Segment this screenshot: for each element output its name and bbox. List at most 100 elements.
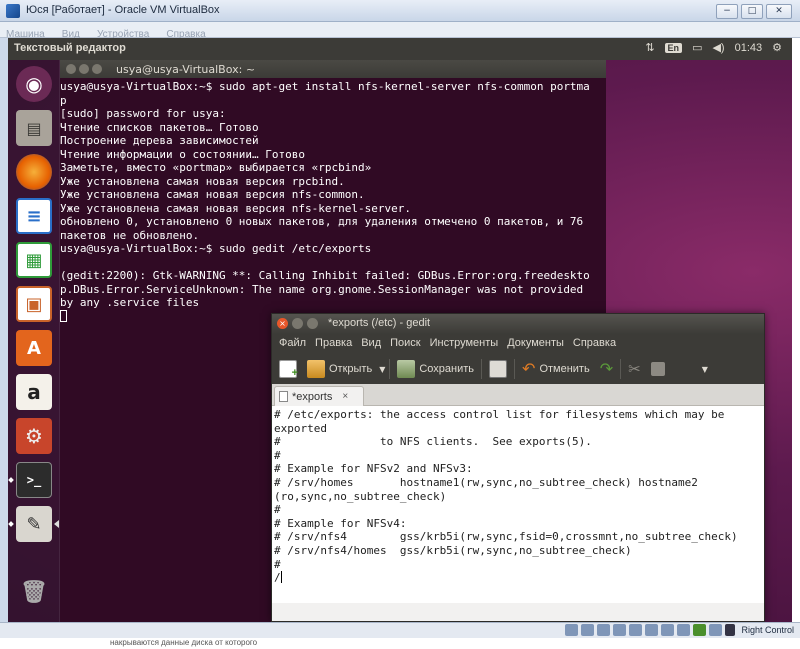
terminal-line: by any .service files [60, 296, 200, 309]
editor-line: # to NFS clients. See exports(5). [274, 435, 592, 449]
mouse-integration-icon[interactable] [709, 624, 723, 636]
toolbar-overflow-icon[interactable]: ▼ [702, 365, 708, 374]
terminal-line: Построение дерева зависимостей [60, 134, 259, 147]
volume-icon[interactable]: ◀) [712, 41, 724, 54]
toolbar-separator [620, 359, 622, 379]
minimize-button[interactable]: − [716, 4, 738, 19]
terminal-line: ​ [60, 256, 606, 270]
launcher-writer[interactable]: ≡ [13, 196, 55, 236]
optical-drive-icon[interactable] [581, 624, 595, 636]
audio-icon[interactable] [597, 624, 611, 636]
text-caret [280, 571, 282, 584]
launcher-text-editor[interactable]: ✎ [8, 504, 59, 544]
launcher-software-center[interactable]: A [13, 328, 55, 368]
editor-line: / [274, 571, 281, 585]
menu-edit[interactable]: Правка [311, 334, 356, 354]
menu-tools[interactable]: Инструменты [426, 334, 503, 354]
menu-search[interactable]: Поиск [386, 334, 424, 354]
redo-button[interactable]: ↷ [597, 357, 616, 381]
tab-exports[interactable]: *exports × [274, 386, 364, 406]
copy-icon [650, 362, 665, 376]
gedit-title: *exports (/etc) - gedit [328, 317, 431, 329]
launcher-firefox[interactable] [13, 152, 55, 192]
launcher-system-settings[interactable]: ⚙ [13, 416, 55, 456]
new-document-button[interactable]: + [276, 358, 300, 380]
launcher-amazon[interactable]: a [13, 372, 55, 412]
calc-icon: ▦ [16, 242, 52, 278]
gedit-minimize-button[interactable] [292, 318, 303, 329]
menu-help[interactable]: Справка [569, 334, 620, 354]
terminal-line: пакетов не обновлено. [60, 228, 200, 242]
unity-launcher: ◉ ▤ ≡ ▦ ▣ A a ⚙ >_ ✎ 🗑 [8, 60, 60, 622]
virtualbox-icon [6, 4, 20, 18]
launcher-files[interactable]: ▤ [13, 108, 55, 148]
undo-button[interactable]: ↶ Отменить [519, 357, 593, 381]
power-gear-icon[interactable]: ⚙ [772, 41, 782, 54]
shared-folders-icon[interactable] [645, 624, 659, 636]
writer-icon: ≡ [16, 198, 52, 234]
terminal-icon: >_ [16, 462, 52, 498]
impress-icon: ▣ [16, 286, 52, 322]
gedit-close-button[interactable]: × [277, 318, 288, 329]
undo-arrow-icon: ↶ [522, 361, 536, 378]
display-icon[interactable] [661, 624, 675, 636]
cut-button[interactable]: ✂ [625, 358, 644, 380]
editor-line-current: / [274, 571, 764, 585]
launcher-terminal[interactable]: >_ [8, 460, 55, 500]
editor-line: # /etc/exports: the access control list … [274, 408, 725, 421]
open-button[interactable]: Открыть [304, 358, 375, 380]
open-label: Открыть [329, 363, 373, 375]
background-document: накрываются данные диска от которого [0, 638, 800, 649]
terminal-line: usya@usya-VirtualBox:~$ sudo apt-get ins… [60, 80, 590, 93]
video-capture-icon[interactable] [677, 624, 691, 636]
menu-view[interactable]: Вид [357, 334, 385, 354]
trash-icon: 🗑 [20, 579, 48, 605]
virtualization-icon[interactable] [693, 624, 707, 636]
terminal-close-button[interactable] [66, 64, 76, 74]
keyboard-layout-indicator[interactable]: En [664, 42, 683, 53]
terminal-line: Уже установлена самая новая версия nfs-c… [60, 188, 365, 201]
gedit-toolbar: + Открыть ▼ Сохранить ↶ Отменить ↷ ✂ ▼ [272, 354, 764, 384]
editor-line: # /srv/nfs4 gss/krb5i(rw,sync,fsid=0,cro… [274, 530, 738, 544]
panel-indicators: ⇅ En ▭ ◀) 01:43 ⚙ [645, 41, 782, 55]
terminal-line: Уже установлена самая новая версия rpcbi… [60, 174, 345, 188]
redo-arrow-icon: ↷ [599, 361, 614, 378]
gedit-maximize-button[interactable] [307, 318, 318, 329]
battery-icon[interactable]: ▭ [692, 41, 702, 54]
save-button[interactable]: Сохранить [394, 358, 477, 380]
guest-screen[interactable]: Текстовый редактор ⇅ En ▭ ◀) 01:43 ⚙ ◉ ▤… [8, 38, 792, 622]
launcher-trash[interactable]: 🗑 [13, 572, 55, 612]
close-button[interactable]: ✕ [766, 4, 792, 19]
background-document-edge [792, 38, 800, 622]
menu-documents[interactable]: Документы [503, 334, 568, 354]
open-recent-dropdown-icon[interactable]: ▼ [379, 365, 385, 374]
terminal-line: (gedit:2200): Gtk-WARNING **: Calling In… [60, 269, 590, 282]
terminal-output[interactable]: usya@usya-VirtualBox:~$ sudo apt-get ins… [60, 80, 606, 323]
editor-line: exported [274, 421, 327, 435]
folder-open-icon [307, 360, 325, 378]
menu-file[interactable]: Файл [275, 334, 310, 354]
toolbar-separator [389, 359, 391, 379]
text-editor-area[interactable]: # /etc/exports: the access control list … [272, 406, 764, 603]
tab-close-icon[interactable]: × [342, 391, 348, 402]
launcher-calc[interactable]: ▦ [13, 240, 55, 280]
launcher-ubuntu-dash[interactable]: ◉ [13, 64, 55, 104]
terminal-minimize-button[interactable] [79, 64, 89, 74]
gedit-window[interactable]: × *exports (/etc) - gedit Файл Правка Ви… [271, 313, 765, 622]
gedit-tabbar: *exports × [272, 384, 764, 406]
usb-icon[interactable] [629, 624, 643, 636]
clock[interactable]: 01:43 [735, 42, 763, 54]
network-icon[interactable] [613, 624, 627, 636]
launcher-impress[interactable]: ▣ [13, 284, 55, 324]
host-menubar: Машина Вид Устройства Справка [0, 22, 800, 40]
terminal-line: Чтение списков пакетов… Готово [60, 120, 259, 134]
network-transfer-icon[interactable]: ⇅ [645, 41, 654, 54]
settings-gear-icon: ⚙ [16, 418, 52, 454]
editor-line: # Example for NFSv4: [274, 516, 407, 530]
copy-button[interactable] [648, 360, 668, 378]
host-titlebar: Юся [Работает] - Oracle VM VirtualBox − … [0, 0, 800, 22]
maximize-button[interactable]: □ [741, 4, 763, 19]
print-button[interactable] [486, 358, 510, 380]
hard-disk-icon[interactable] [565, 624, 579, 636]
terminal-maximize-button[interactable] [92, 64, 102, 74]
